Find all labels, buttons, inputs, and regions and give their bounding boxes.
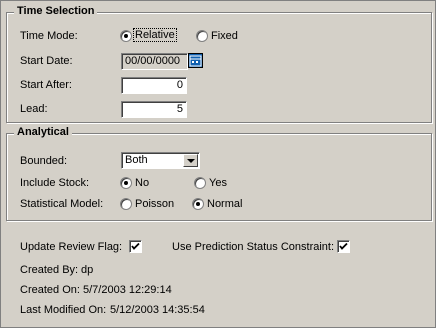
checkmark-icon [131,242,140,250]
update-review-flag-label: Update Review Flag: [20,241,123,253]
time-mode-relative-radio[interactable] [120,30,132,42]
time-mode-fixed-label[interactable]: Fixed [211,30,238,42]
created-by-label: Created By: [20,264,79,276]
time-selection-group: Time Selection [6,5,432,123]
use-prediction-status-label: Use Prediction Status Constraint: [172,241,335,253]
time-selection-title: Time Selection [14,5,98,17]
bounded-select-value: Both [125,154,148,166]
start-date-label: Start Date: [20,55,73,67]
statistical-model-label: Statistical Model: [20,198,104,210]
last-modified-value: 5/12/2003 14:35:54 [110,304,205,316]
settings-panel: Time Selection Time Mode: Relative Fixed… [0,0,436,328]
calendar-icon[interactable] [188,53,203,68]
created-by-value: dp [81,264,94,276]
time-mode-label: Time Mode: [20,30,78,42]
checkmark-icon [339,242,348,250]
start-after-field[interactable]: 0 [121,77,187,94]
time-mode-relative-label[interactable]: Relative [133,28,177,42]
statistical-model-normal-label[interactable]: Normal [207,198,242,210]
include-stock-yes-radio[interactable] [194,177,206,189]
calendar-glyph-icon [189,55,202,67]
bounded-label: Bounded: [20,155,68,167]
statistical-model-poisson-radio[interactable] [120,198,132,210]
analytical-title: Analytical [14,126,72,138]
lead-label: Lead: [20,103,48,115]
created-on-label: Created On: [20,284,80,296]
statistical-model-normal-radio[interactable] [192,198,204,210]
use-prediction-status-checkbox[interactable] [337,240,350,253]
chevron-down-icon[interactable] [183,154,198,167]
update-review-flag-checkbox[interactable] [129,240,142,253]
include-stock-no-label[interactable]: No [135,177,149,189]
last-modified-label: Last Modified On: [20,304,107,316]
include-stock-label: Include Stock: [20,177,90,189]
bounded-select[interactable]: Both [121,152,200,169]
time-mode-fixed-radio[interactable] [196,30,208,42]
include-stock-yes-label[interactable]: Yes [209,177,227,189]
lead-field[interactable]: 5 [121,101,187,118]
start-after-label: Start After: [20,79,72,91]
include-stock-no-radio[interactable] [120,177,132,189]
statistical-model-poisson-label[interactable]: Poisson [135,198,174,210]
start-date-field[interactable]: 00/00/0000 [121,53,188,70]
created-on-value: 5/7/2003 12:29:14 [83,284,172,296]
